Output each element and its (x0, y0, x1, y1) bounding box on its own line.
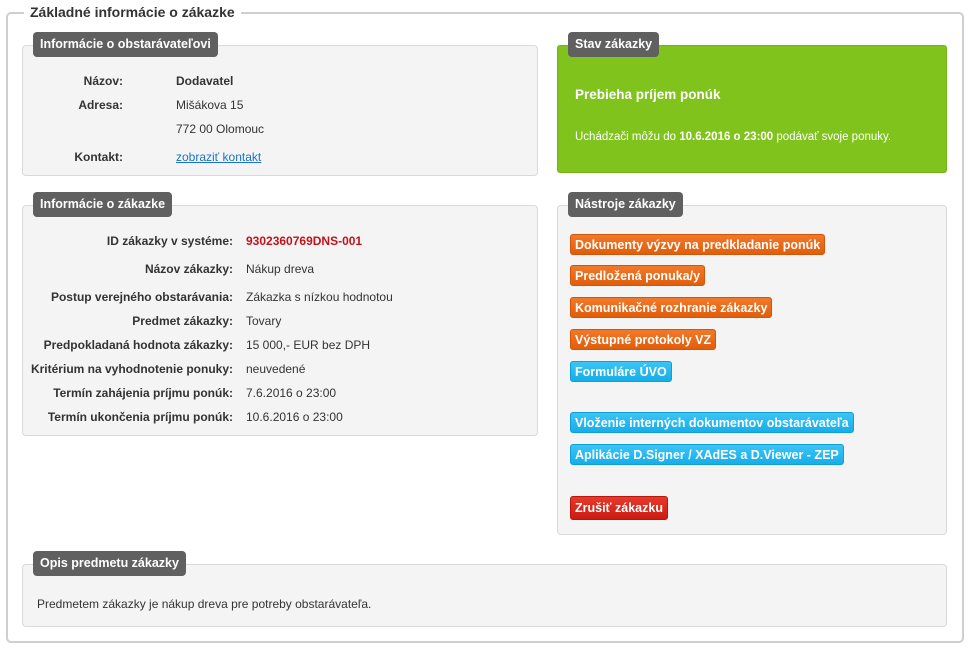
contract-row-label: Kritérium na vyhodnotenie ponuky: (30, 362, 233, 376)
status-heading: Prebieha príjem ponúk (575, 87, 721, 102)
address-label: Adresa: (78, 98, 123, 112)
contract-info-title: Informácie o zákazke (33, 192, 173, 217)
contract-id-value: 9302360769DNS-001 (246, 234, 363, 248)
fieldset-legend: Základné informácie o zákazke (24, 3, 241, 21)
status-panel: Stav zákazky Prebieha príjem ponúk Uchád… (557, 32, 947, 173)
contract-row-label: Predmet zákazky: (132, 314, 233, 328)
contract-row-value: Nákup dreva (246, 262, 315, 276)
internal-documents-button[interactable]: Vloženie interných dokumentov obstarávat… (570, 412, 854, 433)
contract-row-label: Termín zahájenia príjmu ponúk: (53, 386, 233, 400)
contract-row-label: Postup verejného obstarávania: (50, 290, 233, 304)
contracting-authority-title: Informácie o obstarávateľovi (33, 32, 218, 57)
cancel-contract-button[interactable]: Zrušiť zákazku (570, 496, 668, 520)
status-text-before: Uchádzači môžu do (575, 131, 680, 143)
name-label: Názov: (83, 74, 123, 88)
contract-tools-title: Nástroje zákazky (568, 192, 683, 217)
output-protocols-button[interactable]: Výstupné protokoly VZ (570, 329, 717, 350)
contract-row-label: Termín ukončenia príjmu ponúk: (47, 410, 233, 424)
contact-label: Kontakt: (74, 150, 123, 164)
communication-interface-button[interactable]: Komunikačné rozhranie zákazky (570, 297, 773, 318)
contracting-authority-panel: Informácie o obstarávateľovi Názov: Doda… (22, 32, 538, 176)
contract-row-value: 15 000,- EUR bez DPH (246, 338, 371, 352)
description-text: Predmetem zákazky je nákup dreva pre pot… (37, 597, 372, 611)
contract-row-label: ID zákazky v systéme: (106, 234, 233, 248)
contract-row-value: neuvedené (246, 362, 306, 376)
contract-info-panel: Informácie o zákazke ID zákazky v systém… (22, 192, 538, 436)
address-line1: Mišákova 15 (176, 98, 244, 112)
uvo-forms-button[interactable]: Formuláre ÚVO (570, 361, 672, 382)
name-value: Dodavatel (176, 74, 234, 88)
contract-row-value: 7.6.2016 o 23:00 (246, 386, 337, 400)
status-deadline: 10.6.2016 o 23:00 (679, 131, 774, 143)
contract-row-value: Zákazka s nízkou hodnotou (246, 290, 393, 304)
description-panel: Opis predmetu zákazky Predmetem zákazky … (22, 551, 947, 627)
show-contact-link[interactable]: zobraziť kontakt (176, 149, 261, 165)
contract-row-value: 10.6.2016 o 23:00 (246, 410, 343, 424)
status-title: Stav zákazky (568, 32, 660, 57)
contract-row-label: Názov zákazky: (144, 262, 233, 276)
status-text: Uchádzači môžu do 10.6.2016 o 23:00 podá… (575, 131, 891, 143)
status-text-after: podávať svoje ponuky. (773, 131, 892, 143)
address-line2: 772 00 Olomouc (176, 122, 265, 136)
tender-documents-button[interactable]: Dokumenty výzvy na predkladanie ponúk (570, 234, 826, 255)
submitted-offers-button[interactable]: Predložená ponuka/y (570, 265, 706, 286)
signer-viewer-apps-button[interactable]: Aplikácie D.Signer / XAdES a D.Viewer - … (570, 444, 844, 465)
contract-row-value: Tovary (246, 314, 282, 328)
contract-row-label: Predpokladaná hodnota zákazky: (43, 338, 233, 352)
description-title: Opis predmetu zákazky (33, 551, 186, 576)
contract-tools-panel: Nástroje zákazky Dokumenty výzvy na pred… (557, 192, 947, 535)
